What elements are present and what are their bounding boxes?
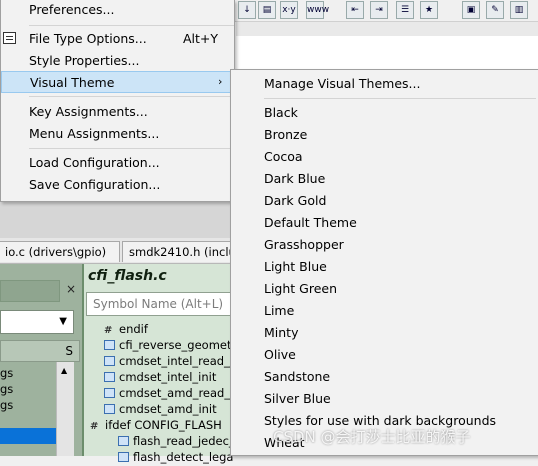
star-icon[interactable]: ★	[420, 1, 438, 19]
left-panel-dropdown[interactable]: ▼	[0, 310, 74, 334]
file-type-icon	[3, 32, 16, 44]
options-menu: Preferences... File Type Options... Alt+Y…	[0, 0, 235, 202]
menu-item-manage-visual-themes[interactable]: Manage Visual Themes...	[231, 73, 538, 95]
symbol-item[interactable]: # endif	[104, 322, 148, 338]
watermark: CSDN @会打莎士比亚的猴子	[273, 428, 471, 446]
theme-item-cocoa[interactable]: Cocoa	[231, 146, 538, 168]
list-item[interactable]: gs	[0, 366, 56, 382]
menu-item-save-configuration[interactable]: Save Configuration...	[1, 174, 234, 196]
scroll-up-icon[interactable]: ▲	[61, 366, 67, 375]
close-icon[interactable]: ×	[62, 280, 80, 298]
scrollbar[interactable]: ▲	[56, 362, 74, 456]
function-icon	[118, 452, 129, 462]
book-icon[interactable]: ▥	[510, 1, 528, 19]
menu-item-style-properties[interactable]: Style Properties...	[1, 50, 234, 72]
symbol-item[interactable]: flash_read_jedec_i	[118, 434, 238, 450]
symbol-panel-title: cfi_flash.c	[88, 268, 167, 284]
left-column-header[interactable]: S	[0, 340, 80, 362]
menu-item-visual-theme[interactable]: Visual Theme ›	[1, 71, 234, 93]
file-tab-smdk2410[interactable]: smdk2410.h (inclu	[122, 241, 234, 262]
list-item[interactable]: gs	[0, 398, 56, 414]
visual-theme-submenu: Manage Visual Themes... Black Bronze Coc…	[230, 69, 538, 456]
lock-icon[interactable]: ▣	[462, 1, 480, 19]
theme-item-dark-blue[interactable]: Dark Blue	[231, 168, 538, 190]
list-icon[interactable]: ☰	[396, 1, 414, 19]
symbol-item[interactable]: cmdset_amd_init	[104, 402, 217, 418]
symbol-search-input[interactable]: Symbol Name (Alt+L)	[86, 292, 232, 316]
column-header-label: S	[65, 344, 73, 358]
theme-item-dark-gold[interactable]: Dark Gold	[231, 190, 538, 212]
web-button[interactable]: www	[306, 1, 329, 19]
menu-item-menu-assignments[interactable]: Menu Assignments...	[1, 123, 234, 145]
function-icon	[104, 372, 115, 382]
arrow-down-icon[interactable]: ↓	[238, 1, 256, 19]
symbol-item[interactable]: cmdset_intel_read_je	[104, 354, 240, 370]
theme-item-minty[interactable]: Minty	[231, 322, 538, 344]
theme-item-black[interactable]: Black	[231, 102, 538, 124]
page-icon[interactable]: ▤	[258, 1, 276, 19]
list-item[interactable]: gs	[0, 382, 56, 398]
theme-item-lime[interactable]: Lime	[231, 300, 538, 322]
menu-separator	[264, 98, 536, 99]
selected-row[interactable]	[0, 428, 56, 444]
menu-item-file-type-options[interactable]: File Type Options... Alt+Y	[1, 28, 234, 50]
shortcut-label: Alt+Y	[183, 31, 219, 46]
symbol-item[interactable]: cmdset_intel_init	[104, 370, 216, 386]
theme-item-light-green[interactable]: Light Green	[231, 278, 538, 300]
function-icon	[104, 388, 115, 398]
xy-button[interactable]: x·y	[280, 1, 298, 19]
menu-separator	[29, 148, 234, 149]
symbol-item[interactable]: cmdset_amd_read_je	[104, 386, 240, 402]
theme-item-sandstone[interactable]: Sandstone	[231, 366, 538, 388]
chevron-right-icon: ›	[218, 75, 223, 88]
directive-icon: #	[104, 325, 113, 336]
function-icon	[118, 436, 129, 446]
menu-separator	[29, 25, 234, 26]
symbol-item[interactable]: cfi_reverse_geometry	[104, 338, 243, 354]
menu-item-key-assignments[interactable]: Key Assignments...	[1, 101, 234, 123]
theme-item-light-blue[interactable]: Light Blue	[231, 256, 538, 278]
theme-item-bronze[interactable]: Bronze	[231, 124, 538, 146]
theme-item-silver-blue[interactable]: Silver Blue	[231, 388, 538, 410]
theme-item-grasshopper[interactable]: Grasshopper	[231, 234, 538, 256]
menu-separator	[29, 96, 234, 97]
split-left-icon[interactable]: ⇤	[346, 1, 364, 19]
toolbar-strip	[236, 22, 538, 36]
note-icon[interactable]: ✎	[486, 1, 504, 19]
chevron-down-icon: ▼	[59, 316, 67, 327]
function-icon	[104, 356, 115, 366]
file-tab-gpio[interactable]: io.c (drivers\gpio)	[0, 241, 120, 262]
directive-icon: #	[90, 421, 99, 432]
menu-item-load-configuration[interactable]: Load Configuration...	[1, 152, 234, 174]
theme-item-default-theme[interactable]: Default Theme	[231, 212, 538, 234]
menu-item-preferences[interactable]: Preferences...	[1, 0, 234, 22]
symbol-search-placeholder: Symbol Name (Alt+L)	[93, 297, 224, 311]
theme-item-olive[interactable]: Olive	[231, 344, 538, 366]
function-icon	[104, 340, 115, 350]
left-panel-header	[0, 280, 60, 302]
split-right-icon[interactable]: ⇥	[370, 1, 388, 19]
symbol-item[interactable]: # ifdef CONFIG_FLASH	[90, 418, 222, 434]
symbol-item[interactable]: flash_detect_lega	[118, 450, 233, 466]
function-icon	[104, 404, 115, 414]
